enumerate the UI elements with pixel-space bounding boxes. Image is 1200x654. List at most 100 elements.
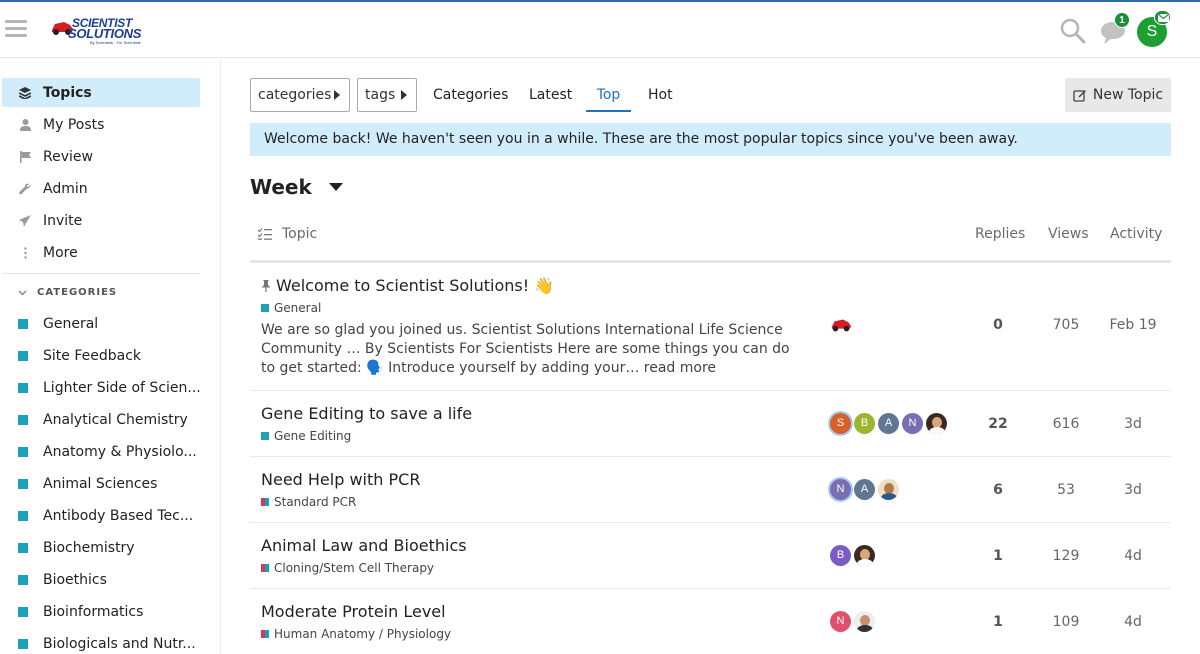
poster-avatar[interactable]: A [854,479,875,500]
topic-category-link[interactable]: Gene Editing [261,429,351,443]
tab-hot[interactable]: Hot [648,78,673,112]
hamburger-menu-icon[interactable] [5,20,27,38]
topic-replies[interactable]: 22 [968,416,1028,432]
flag-icon [18,150,32,163]
sidebar-category-bioethics[interactable]: Bioethics [2,566,200,594]
poster-avatar[interactable]: B [854,413,875,434]
logo-text-line2: SOLUTIONS [68,26,142,41]
topic-activity[interactable]: 4d [1103,614,1163,630]
logo-tagline: By Scientists · For Scientists [90,40,141,45]
topic-replies[interactable]: 1 [968,548,1028,564]
topic-row: Gene Editing to save a life Gene Editing… [250,391,1171,457]
topic-category-link[interactable]: Standard PCR [261,495,356,509]
topic-excerpt[interactable]: We are so glad you joined us. Scientist … [261,321,801,378]
column-header-topic[interactable]: Topic [258,226,317,242]
category-color-swatch [261,498,269,506]
category-label: Anatomy & Physiolo... [43,444,197,460]
notification-count-badge[interactable]: 1 [1114,12,1130,28]
sidebar-category-animal-sciences[interactable]: Animal Sciences [2,470,200,498]
sidebar-item-invite[interactable]: Invite [2,206,200,235]
topic-title-link[interactable]: Gene Editing to save a life [261,404,472,423]
topic-category-link[interactable]: Cloning/Stem Cell Therapy [261,561,434,575]
list-icon [258,228,272,240]
sidebar-category-site-feedback[interactable]: Site Feedback [2,342,200,370]
topic-replies[interactable]: 6 [968,482,1028,498]
topic-posters: B [830,545,875,566]
category-color-swatch [18,607,28,617]
sidebar-item-label: My Posts [43,116,105,133]
sidebar-item-topics[interactable]: Topics [2,78,200,107]
sidebar-item-label: Admin [43,180,88,197]
topic-activity[interactable]: 4d [1103,548,1163,564]
topic-replies[interactable]: 0 [968,317,1028,333]
period-selector[interactable]: Week [250,175,343,199]
sidebar-category-analytical-chemistry[interactable]: Analytical Chemistry [2,406,200,434]
sidebar-category-biologicals[interactable]: Biologicals and Nutr... [2,630,200,654]
categories-section-toggle[interactable]: CATEGORIES [18,287,117,298]
poster-avatar-photo[interactable] [878,479,899,500]
poster-avatar[interactable]: B [830,545,851,566]
poster-avatar[interactable]: N [830,479,851,500]
topic-category-link[interactable]: Human Anatomy / Physiology [261,627,451,641]
poster-avatar-photo[interactable] [854,611,875,632]
poster-avatar-logo-icon[interactable] [830,317,852,333]
topic-activity[interactable]: Feb 19 [1103,317,1163,333]
tags-dropdown-label: tags [365,87,396,103]
topic-category-label: Human Anatomy / Physiology [274,627,452,641]
sidebar-category-antibody-based[interactable]: Antibody Based Tec... [2,502,200,530]
column-header-activity[interactable]: Activity [1110,226,1162,242]
column-header-replies[interactable]: Replies [975,226,1025,242]
wrench-icon [18,183,32,195]
caret-down-icon [328,183,343,191]
caret-right-icon [334,90,340,100]
topic-title-link[interactable]: Moderate Protein Level [261,602,446,621]
sidebar-category-bioinformatics[interactable]: Bioinformatics [2,598,200,626]
poster-avatar[interactable]: N [902,413,923,434]
envelope-icon[interactable] [1154,10,1171,25]
sidebar-item-my-posts[interactable]: My Posts [2,110,200,139]
tab-categories[interactable]: Categories [433,78,508,112]
tab-top[interactable]: Top [586,78,631,112]
ellipsis-vertical-icon [18,246,32,259]
sidebar-item-label: Topics [43,84,92,101]
site-logo[interactable]: SCIENTIST SOLUTIONS By Scientists · For … [50,16,150,46]
category-label: Biochemistry [43,540,135,556]
poster-avatar-photo[interactable] [926,413,947,434]
topic-title-link[interactable]: Welcome to Scientist Solutions! 👋 [261,276,554,295]
site-header: SCIENTIST SOLUTIONS By Scientists · For … [0,0,1200,58]
topic-title-link[interactable]: Need Help with PCR [261,470,420,489]
topic-posters: N A [830,479,899,500]
sidebar-item-review[interactable]: Review [2,142,200,171]
sidebar-item-more[interactable]: More [2,238,200,267]
sidebar-category-anatomy-physiology[interactable]: Anatomy & Physiolo... [2,438,200,466]
topic-title-link[interactable]: Animal Law and Bioethics [261,536,467,555]
new-topic-label: New Topic [1092,87,1164,103]
category-color-swatch [18,575,28,585]
user-icon [18,118,32,131]
topic-activity[interactable]: 3d [1103,416,1163,432]
categories-dropdown[interactable]: categories [250,78,350,112]
chevron-down-icon [18,289,27,296]
new-topic-button[interactable]: New Topic [1065,78,1171,112]
sidebar-category-biochemistry[interactable]: Biochemistry [2,534,200,562]
categories-section-label: CATEGORIES [37,287,118,298]
topic-activity[interactable]: 3d [1103,482,1163,498]
poster-avatar[interactable]: S [830,413,851,434]
sidebar-category-general[interactable]: General [2,310,200,338]
search-icon[interactable] [1060,18,1086,44]
category-color-swatch [261,564,269,572]
topic-posters: S B A N [830,413,947,434]
topic-replies[interactable]: 1 [968,614,1028,630]
topic-category-link[interactable]: General [261,301,321,315]
category-label: Analytical Chemistry [43,412,188,428]
sidebar-category-lighter-side[interactable]: Lighter Side of Scien... [2,374,201,402]
poster-avatar[interactable]: N [830,611,851,632]
category-color-swatch [18,415,28,425]
sidebar-item-admin[interactable]: Admin [2,174,200,203]
poster-avatar-photo[interactable] [854,545,875,566]
tags-dropdown[interactable]: tags [357,78,417,112]
column-header-views[interactable]: Views [1048,226,1089,242]
tab-latest[interactable]: Latest [529,78,572,112]
topic-category-label: Standard PCR [274,495,357,509]
poster-avatar[interactable]: A [878,413,899,434]
